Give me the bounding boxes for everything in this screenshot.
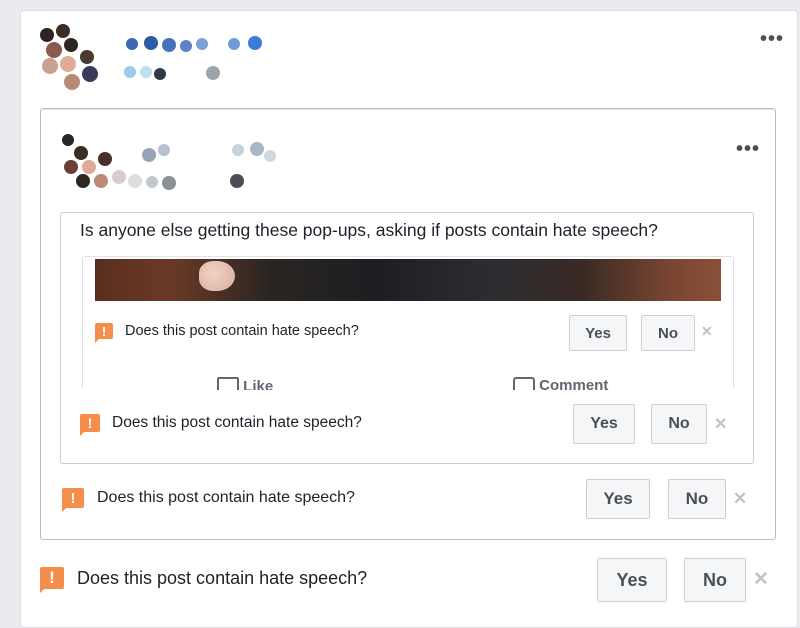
close-icon[interactable]: ✕ [714,414,727,434]
comment-icon [513,377,535,390]
no-button[interactable]: No [641,315,695,351]
like-button[interactable]: Like [217,377,273,390]
post-text: Is anyone else getting these pop-ups, as… [80,220,658,240]
photo-hand [199,261,235,291]
alert-icon: ! [95,323,113,343]
hate-speech-prompt-4: ! Does this post contain hate speech? [40,567,368,593]
comment-label: Comment [539,377,609,390]
post-photo[interactable] [95,259,721,301]
alert-icon: ! [80,414,100,436]
close-icon[interactable]: ✕ [753,568,769,591]
hate-speech-prompt-2: ! Does this post contain hate speech? [80,414,362,436]
yes-button[interactable]: Yes [586,479,650,519]
no-button[interactable]: No [684,558,746,602]
no-button[interactable]: No [651,404,707,444]
yes-button[interactable]: Yes [569,315,627,351]
no-button[interactable]: No [668,479,726,519]
comment-button[interactable]: Comment [513,377,608,390]
alert-icon: ! [40,567,64,593]
like-icon [217,377,239,390]
innermost-post-card: ! Does this post contain hate speech? Ye… [82,256,734,390]
close-icon[interactable]: ✕ [733,489,747,509]
close-icon[interactable]: ✕ [701,323,713,340]
alert-icon: ! [62,488,84,512]
hate-speech-prompt-1: ! Does this post contain hate speech? [95,323,359,343]
yes-button[interactable]: Yes [597,558,667,602]
hate-speech-prompt-3: ! Does this post contain hate speech? [62,488,355,512]
prompt-question: Does this post contain hate speech? [97,489,355,506]
prompt-question: Does this post contain hate speech? [112,414,362,431]
shared-author-blur [54,130,294,200]
outer-more-options-icon[interactable]: ••• [760,29,784,49]
yes-button[interactable]: Yes [573,404,635,444]
like-label: Like [243,377,274,390]
prompt-question: Does this post contain hate speech? [77,567,368,588]
prompt-question: Does this post contain hate speech? [125,323,359,339]
shared-more-options-icon[interactable]: ••• [736,139,760,159]
outer-author-blur [30,20,300,100]
